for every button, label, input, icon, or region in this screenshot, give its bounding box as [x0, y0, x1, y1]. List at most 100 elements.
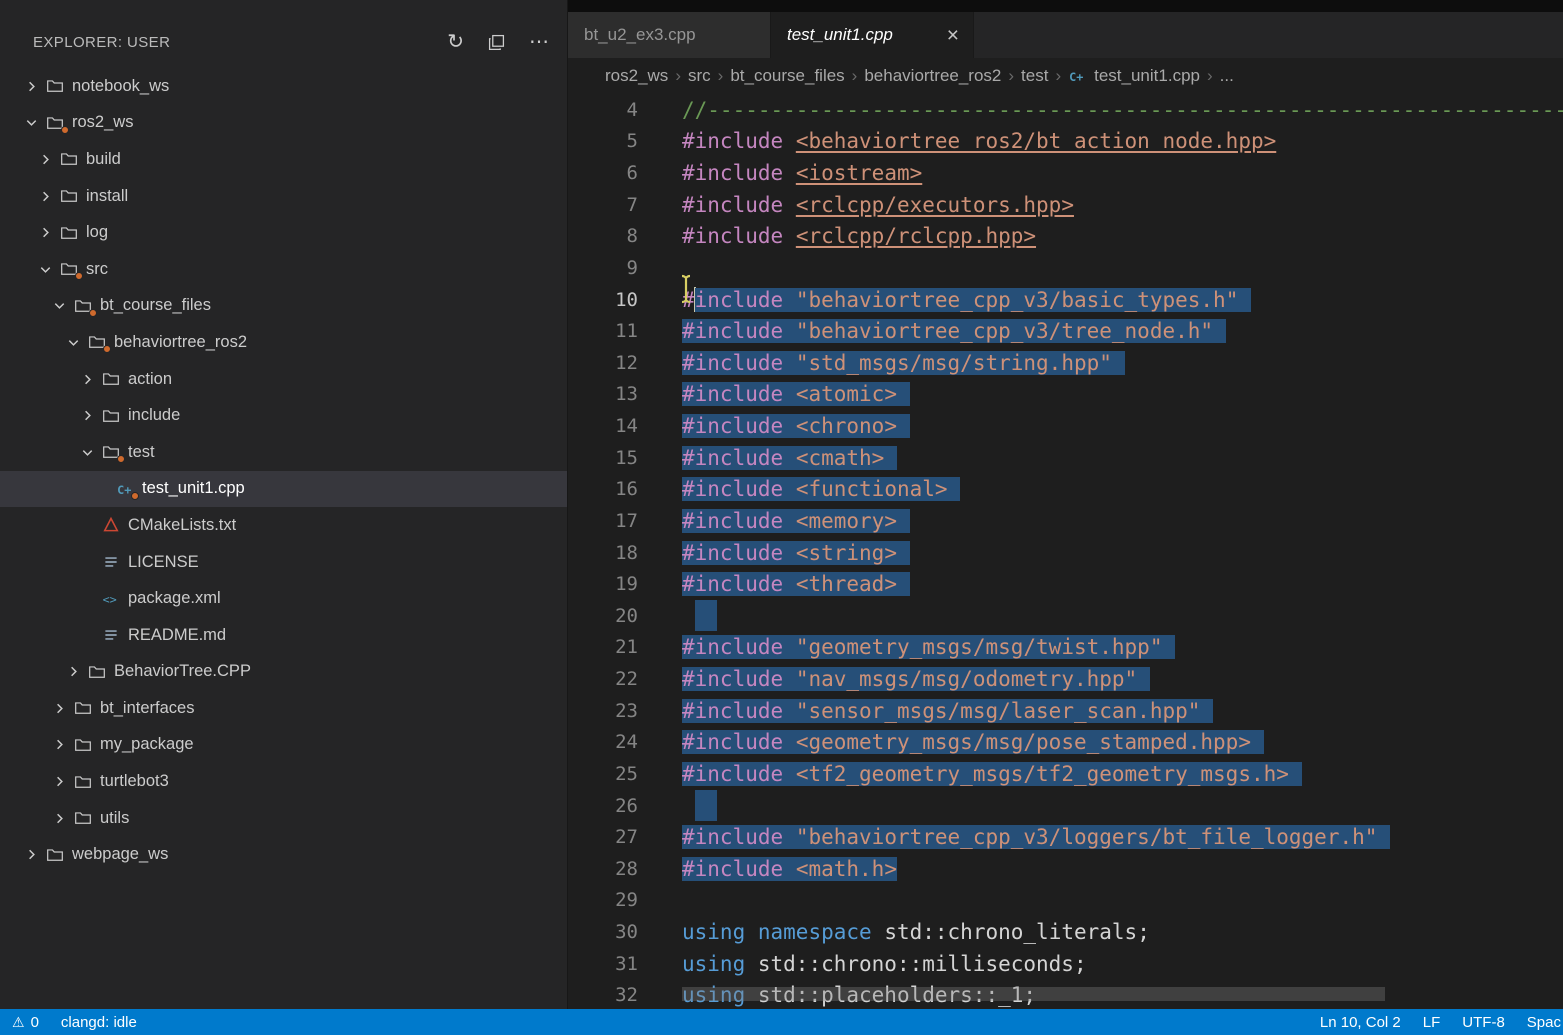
- line-number: 23: [568, 700, 638, 722]
- tree-item-BehaviorTree.CPP[interactable]: BehaviorTree.CPP: [0, 654, 567, 691]
- chevron-right-icon[interactable]: [52, 737, 74, 752]
- tree-item-label: package.xml: [128, 589, 221, 608]
- chevron-right-icon[interactable]: [52, 774, 74, 789]
- chevron-right-icon[interactable]: [38, 189, 60, 204]
- chevron-down-icon[interactable]: [38, 262, 60, 277]
- code-line-25: 25#include <tf2_geometry_msgs/tf2_geomet…: [568, 758, 1563, 790]
- line-number: 24: [568, 731, 638, 753]
- chevron-down-icon[interactable]: [66, 335, 88, 350]
- tree-item-log[interactable]: log: [0, 214, 567, 251]
- line-number: 29: [568, 889, 638, 911]
- tree-item-LICENSE[interactable]: LICENSE: [0, 544, 567, 581]
- close-tab-icon[interactable]: ×: [947, 25, 959, 46]
- cursor-position-status[interactable]: Ln 10, Col 2: [1320, 1014, 1401, 1031]
- git-modified-dot: [75, 272, 83, 280]
- tree-item-behaviortree_ros2[interactable]: behaviortree_ros2: [0, 324, 567, 361]
- chevron-right-icon[interactable]: [38, 152, 60, 167]
- tree-item-utils[interactable]: utils: [0, 800, 567, 837]
- code-line-22: 22#include "nav_msgs/msg/odometry.hpp": [568, 663, 1563, 695]
- tab-test_unit1.cpp[interactable]: test_unit1.cpp×: [771, 12, 974, 58]
- problems-status[interactable]: ⚠ 0: [12, 1014, 39, 1031]
- tree-item-webpage_ws[interactable]: webpage_ws: [0, 836, 567, 873]
- tree-item-label: test: [128, 443, 155, 462]
- line-number: 32: [568, 984, 638, 1006]
- breadcrumb-item-test[interactable]: test: [1021, 66, 1048, 86]
- folder-icon: [60, 260, 86, 278]
- breadcrumb-item-...[interactable]: ...: [1220, 66, 1234, 86]
- line-content: using namespace std::chrono_literals;: [682, 920, 1150, 944]
- breadcrumb-item-behaviortree_ros2[interactable]: behaviortree_ros2: [864, 66, 1001, 86]
- tree-item-README.md[interactable]: README.md: [0, 617, 567, 654]
- xml-file-icon: <>: [102, 590, 128, 608]
- chevron-down-icon[interactable]: [24, 115, 46, 130]
- code-editor[interactable]: 4//-------------------------------------…: [568, 94, 1563, 1009]
- line-number: 31: [568, 953, 638, 975]
- doc-file-icon: [102, 626, 128, 644]
- line-number: 14: [568, 415, 638, 437]
- line-content: #include <math.h>: [682, 857, 897, 881]
- code-line-17: 17#include <memory>: [568, 505, 1563, 537]
- explorer-sidebar: EXPLORER: USER ↻ ⋯ notebook_wsros2_wsbui…: [0, 0, 568, 1009]
- code-line-27: 27#include "behaviortree_cpp_v3/loggers/…: [568, 821, 1563, 853]
- selected-newline: [695, 790, 717, 821]
- tree-item-label: README.md: [128, 626, 226, 645]
- tree-item-my_package[interactable]: my_package: [0, 727, 567, 764]
- refresh-explorer-icon[interactable]: ↻: [447, 32, 464, 52]
- chevron-right-icon[interactable]: [24, 847, 46, 862]
- tree-item-include[interactable]: include: [0, 397, 567, 434]
- indentation-status[interactable]: Spac: [1527, 1014, 1561, 1031]
- chevron-right-icon[interactable]: [38, 225, 60, 240]
- chevron-right-icon[interactable]: [52, 701, 74, 716]
- chevron-down-icon[interactable]: [52, 298, 74, 313]
- breadcrumb-item-test_unit1.cpp[interactable]: test_unit1.cpp: [1094, 66, 1200, 86]
- tree-item-package.xml[interactable]: <>package.xml: [0, 580, 567, 617]
- tree-item-build[interactable]: build: [0, 141, 567, 178]
- tree-item-src[interactable]: src: [0, 251, 567, 288]
- tree-item-label: CMakeLists.txt: [128, 516, 236, 535]
- tree-item-action[interactable]: action: [0, 361, 567, 398]
- breadcrumb-item-ros2_ws[interactable]: ros2_ws: [605, 66, 668, 86]
- line-content: #include "geometry_msgs/msg/twist.hpp": [682, 635, 1175, 659]
- svg-text:C+: C+: [1069, 70, 1083, 84]
- tree-item-notebook_ws[interactable]: notebook_ws: [0, 68, 567, 105]
- tree-item-label: test_unit1.cpp: [142, 479, 245, 498]
- tree-item-label: BehaviorTree.CPP: [114, 662, 251, 681]
- tree-item-bt_course_files[interactable]: bt_course_files: [0, 288, 567, 325]
- tree-item-label: utils: [100, 809, 129, 828]
- explorer-actions: ↻ ⋯: [447, 32, 549, 52]
- chevron-right-icon[interactable]: [52, 811, 74, 826]
- more-actions-icon[interactable]: ⋯: [529, 32, 549, 52]
- code-line-24: 24#include <geometry_msgs/msg/pose_stamp…: [568, 727, 1563, 759]
- editor-group: bt_u2_ex3.cpptest_unit1.cpp× ros2_ws›src…: [568, 0, 1563, 1009]
- chevron-right-icon[interactable]: [80, 408, 102, 423]
- tree-item-test_unit1.cpp[interactable]: C+test_unit1.cpp: [0, 471, 567, 508]
- code-line-26: 26: [568, 790, 1563, 822]
- tree-item-ros2_ws[interactable]: ros2_ws: [0, 105, 567, 142]
- breadcrumb-item-bt_course_files[interactable]: bt_course_files: [730, 66, 844, 86]
- chevron-right-icon[interactable]: [80, 372, 102, 387]
- code-line-15: 15#include <cmath>: [568, 442, 1563, 474]
- chevron-right-icon[interactable]: [24, 79, 46, 94]
- chevron-down-icon[interactable]: [80, 445, 102, 460]
- collapse-folders-icon[interactable]: [488, 34, 505, 51]
- tree-item-label: action: [128, 370, 172, 389]
- tree-item-test[interactable]: test: [0, 434, 567, 471]
- tree-item-install[interactable]: install: [0, 178, 567, 215]
- line-content: #include <string>: [682, 541, 910, 565]
- encoding-status[interactable]: UTF-8: [1462, 1014, 1505, 1031]
- breadcrumb-item-src[interactable]: src: [688, 66, 711, 86]
- tree-item-CMakeLists.txt[interactable]: CMakeLists.txt: [0, 507, 567, 544]
- tab-bt_u2_ex3.cpp[interactable]: bt_u2_ex3.cpp: [568, 12, 771, 58]
- tree-item-bt_interfaces[interactable]: bt_interfaces: [0, 690, 567, 727]
- code-line-6: 6#include <iostream>: [568, 157, 1563, 189]
- tree-item-turtlebot3[interactable]: turtlebot3: [0, 763, 567, 800]
- chevron-right-icon[interactable]: [66, 664, 88, 679]
- folder-icon: [74, 699, 100, 717]
- clangd-status[interactable]: clangd: idle: [61, 1014, 137, 1031]
- breadcrumb-separator-icon: ›: [852, 66, 858, 86]
- horizontal-scrollbar[interactable]: [682, 987, 1385, 1001]
- tree-item-label: my_package: [100, 735, 194, 754]
- folder-icon: [102, 370, 128, 388]
- tree-item-label: LICENSE: [128, 553, 199, 572]
- eol-status[interactable]: LF: [1423, 1014, 1441, 1031]
